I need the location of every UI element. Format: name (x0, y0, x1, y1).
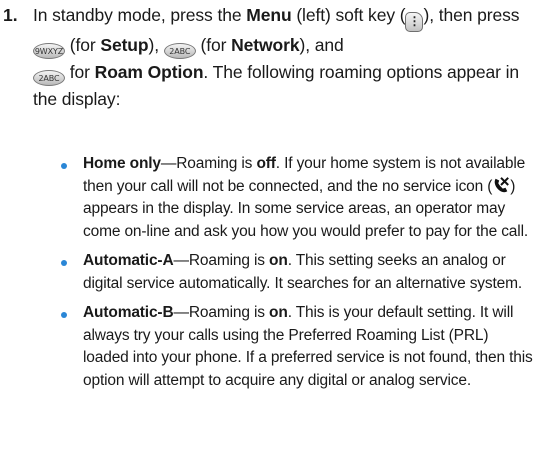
step-text-part: (for (195, 35, 232, 55)
bullet-icon (61, 312, 67, 318)
option-text: —Roaming is (173, 304, 270, 321)
no-service-icon (494, 176, 510, 192)
bullet-icon (61, 163, 67, 169)
roam-option-label: Roam Option (94, 62, 204, 82)
step-text: In standby mode, press the Menu (left) s… (33, 2, 533, 112)
list-item: Automatic-A—Roaming is on. This setting … (55, 250, 535, 295)
option-state: on (269, 304, 288, 321)
step-text-part: for (65, 62, 95, 82)
step-text-part: (for (65, 35, 101, 55)
list-item: Home only—Roaming is off. If your home s… (55, 153, 535, 243)
step-text-part: ), (148, 35, 164, 55)
step-text-part: ), and (299, 35, 344, 55)
bullet-icon (61, 260, 67, 266)
step-text-part: (left) soft key ( (291, 5, 406, 25)
roaming-options-list: Home only—Roaming is off. If your home s… (55, 153, 535, 399)
key-9-icon: 9WXYZ (33, 43, 65, 59)
option-text: —Roaming is (160, 155, 257, 172)
setup-label: Setup (100, 35, 149, 55)
key-2-icon: 2ABC (33, 70, 65, 86)
step-text-part: ), then press (423, 5, 520, 25)
list-item: Automatic-B—Roaming is on. This is your … (55, 302, 535, 392)
step-number: 1. (3, 5, 18, 25)
option-text: —Roaming is (173, 252, 270, 269)
network-label: Network (231, 35, 300, 55)
option-state: on (269, 252, 288, 269)
option-state: off (256, 155, 276, 172)
menu-label: Menu (246, 5, 292, 25)
manual-page: 1. In standby mode, press the Menu (left… (0, 0, 537, 476)
menu-softkey-icon: ⋮ (405, 12, 424, 32)
option-name: Automatic-B (83, 304, 174, 321)
option-name: Automatic-A (83, 252, 174, 269)
key-2-icon: 2ABC (163, 43, 196, 59)
option-name: Home only (83, 155, 161, 172)
step-text-part: In standby mode, press the (33, 5, 247, 25)
